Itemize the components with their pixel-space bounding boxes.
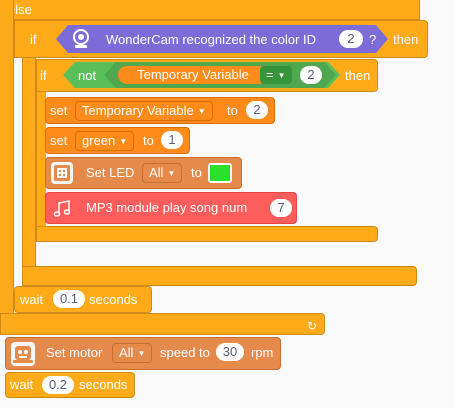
- temp-variable-reporter[interactable]: Temporary Variable: [118, 66, 268, 84]
- chevron-down-icon: ▼: [277, 70, 286, 80]
- motor-module-icon: [11, 342, 35, 366]
- to-keyword: to: [227, 103, 238, 118]
- set-motor-label: Set motor: [46, 345, 103, 360]
- led-module-icon: [51, 162, 73, 184]
- green-variable-label: green: [82, 133, 116, 148]
- to-keyword: to: [143, 133, 154, 148]
- if-outer-keyword: if: [30, 32, 37, 47]
- speed-label: speed to: [160, 345, 210, 360]
- led-target-dropdown[interactable]: All ▼: [142, 163, 183, 183]
- if-outer-footer: [22, 266, 417, 286]
- set-green-value-input[interactable]: 1: [161, 131, 183, 149]
- green-variable-dropdown[interactable]: green ▼: [75, 131, 135, 151]
- temp-variable-reporter-label: Temporary Variable: [137, 67, 249, 82]
- chevron-down-icon: ▼: [167, 168, 176, 178]
- equals-symbol: =: [266, 67, 274, 82]
- color-id-input[interactable]: 2: [339, 30, 363, 48]
- if-inner-footer: [36, 226, 378, 242]
- chevron-down-icon: ▼: [137, 348, 146, 358]
- set-keyword: set: [50, 103, 68, 118]
- song-num-input[interactable]: 7: [270, 199, 292, 217]
- else-footer: [0, 313, 325, 335]
- wondercam-icon: [70, 28, 92, 50]
- variable-dropdown-label: Temporary Variable: [82, 103, 194, 118]
- wait-keyword: wait: [20, 292, 44, 307]
- music-note-icon: [51, 198, 73, 220]
- compare-value-input[interactable]: 2: [300, 66, 322, 84]
- led-to-keyword: to: [191, 165, 202, 180]
- else-arm: [0, 0, 14, 318]
- motor-speed-input[interactable]: 30: [216, 343, 244, 361]
- set-keyword: set: [50, 133, 68, 148]
- motor-target-label: All: [119, 345, 134, 360]
- motor-target-dropdown[interactable]: All ▼: [112, 343, 153, 363]
- if-outer-arm: [22, 58, 36, 268]
- wait-1-input[interactable]: 0.1: [53, 290, 85, 308]
- wait-2-input[interactable]: 0.2: [42, 376, 74, 394]
- mp3-label: MP3 module play song num: [86, 200, 248, 215]
- if-inner-keyword: if: [40, 68, 47, 83]
- wait-2-unit: seconds: [79, 377, 128, 392]
- set-led-label: Set LED: [86, 165, 135, 180]
- wait-keyword: wait: [10, 377, 34, 392]
- rpm-unit: rpm: [251, 345, 274, 360]
- else-block-frame[interactable]: [0, 0, 420, 20]
- if-inner-then: then: [345, 68, 371, 83]
- led-target-label: All: [149, 165, 164, 180]
- set-var-value-input[interactable]: 2: [246, 101, 268, 119]
- wondercam-condition-text: WonderCam recognized the color ID: [106, 32, 317, 47]
- loop-arrow-icon: ↻: [307, 319, 318, 333]
- chevron-down-icon: ▼: [119, 136, 128, 146]
- wondercam-qmark: ?: [369, 32, 377, 47]
- not-label: not: [78, 68, 97, 83]
- chevron-down-icon: ▼: [197, 106, 206, 116]
- led-color-swatch[interactable]: [208, 163, 232, 183]
- if-outer-then: then: [393, 32, 419, 47]
- variable-dropdown[interactable]: Temporary Variable ▼: [75, 101, 213, 121]
- equals-dropdown[interactable]: = ▼: [260, 66, 292, 84]
- wait-1-unit: seconds: [89, 292, 138, 307]
